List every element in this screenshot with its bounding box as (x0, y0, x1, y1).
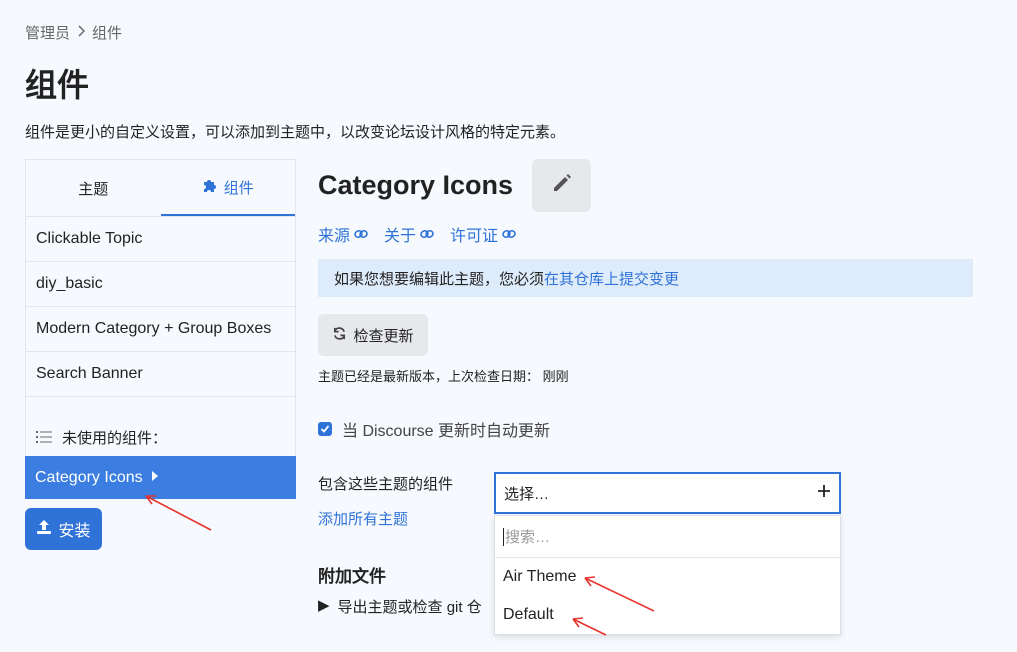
auto-update-checkbox[interactable] (318, 422, 332, 436)
dropdown-option[interactable]: Default (495, 596, 840, 634)
triangle-right-icon: ▶ (318, 597, 330, 614)
caret-right-icon (151, 469, 159, 487)
breadcrumb: 管理员 组件 (25, 22, 122, 43)
puzzle-icon (202, 177, 218, 197)
about-link[interactable]: 关于 (384, 222, 434, 246)
check-status: 主题已经是最新版本，上次检查日期： 刚刚 (318, 369, 569, 384)
chevron-right-icon (76, 24, 86, 41)
install-button-label: 安装 (58, 523, 91, 540)
export-toggle-label: 导出主题或检查 git 仓 (337, 599, 482, 616)
link-icon (354, 229, 368, 239)
auto-update-label: 当 Discourse 更新时自动更新 (342, 423, 551, 440)
tab-components-label: 组件 (223, 179, 254, 197)
page-description: 组件是更小的自定义设置，可以添加到主题中，以改变论坛设计风格的特定元素。 (25, 124, 566, 141)
refresh-icon (332, 326, 347, 345)
list-icon (36, 430, 52, 448)
export-toggle[interactable]: ▶ 导出主题或检查 git 仓 (318, 596, 494, 617)
source-link-label: 来源 (318, 228, 351, 245)
pencil-icon (550, 171, 574, 200)
dropdown-search-input[interactable]: 搜索… (495, 516, 840, 558)
checkmark-icon (320, 425, 330, 433)
check-updates-label: 检查更新 (353, 327, 414, 345)
check-updates-button[interactable]: 检查更新 (318, 314, 428, 356)
breadcrumb-admin-link[interactable]: 管理员 (25, 22, 70, 43)
theme-title: Category Icons (318, 170, 514, 200)
edit-notice-text: 如果您想要编辑此主题，您必须 (334, 270, 545, 288)
tab-themes-label: 主题 (78, 180, 109, 198)
theme-select-dropdown: 搜索… Air Theme Default (494, 515, 841, 635)
add-all-themes-link[interactable]: 添加所有主题 (318, 508, 408, 529)
tab-components[interactable]: 组件 (160, 160, 295, 216)
include-components-label: 包含这些主题的组件 (318, 476, 454, 493)
license-link[interactable]: 许可证 (450, 222, 516, 246)
theme-links: 来源 关于 许可证 (318, 222, 516, 246)
annotation-arrow (145, 495, 212, 531)
link-icon (502, 229, 516, 239)
dropdown-option[interactable]: Air Theme (495, 558, 840, 596)
component-item[interactable]: Search Banner (26, 352, 295, 397)
upload-icon (36, 519, 52, 540)
theme-select[interactable]: 选择… (494, 472, 841, 514)
tab-themes[interactable]: 主题 (26, 160, 161, 216)
component-item[interactable]: Clickable Topic (26, 217, 295, 262)
unused-components-label: 未使用的组件： (62, 430, 168, 447)
about-link-label: 关于 (384, 228, 417, 245)
theme-sidebar: 主题 组件 Clickable Topic diy_basic Modern C… (25, 159, 296, 499)
auto-update-option: 当 Discourse 更新时自动更新 (318, 417, 550, 441)
text-cursor (503, 527, 504, 546)
breadcrumb-components-link[interactable]: 组件 (92, 22, 122, 43)
selected-component-label: Category Icons (35, 468, 143, 486)
component-item[interactable]: diy_basic (26, 262, 295, 307)
plus-icon (817, 484, 831, 502)
unused-components-header: 未使用的组件： (26, 397, 295, 456)
license-link-label: 许可证 (450, 228, 499, 245)
additional-files-heading: 附加文件 (318, 567, 386, 586)
component-item[interactable]: Modern Category + Group Boxes (26, 307, 295, 352)
dropdown-search-placeholder: 搜索… (505, 529, 551, 546)
edit-notice: 如果您想要编辑此主题，您必须 在其仓库上提交变更 (318, 259, 973, 297)
page-title: 组件 (25, 67, 90, 103)
theme-select-placeholder: 选择… (504, 485, 550, 503)
source-link[interactable]: 来源 (318, 222, 368, 246)
selected-component-item[interactable]: Category Icons (25, 456, 296, 499)
sidebar-tabs: 主题 组件 (26, 160, 295, 217)
repository-link[interactable]: 在其仓库上提交变更 (544, 268, 679, 289)
edit-name-button[interactable] (532, 159, 591, 212)
install-button[interactable]: 安装 (25, 508, 102, 550)
link-icon (420, 229, 434, 239)
